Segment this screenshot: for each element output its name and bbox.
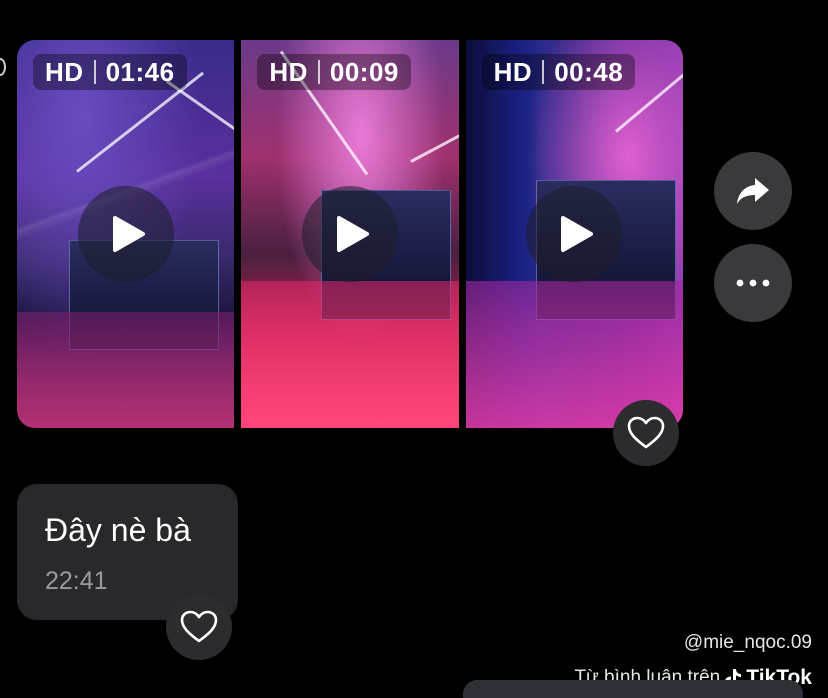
more-icon xyxy=(736,279,770,287)
like-message-button[interactable] xyxy=(166,594,232,660)
floor-light xyxy=(241,280,459,428)
share-button[interactable] xyxy=(714,152,792,230)
video-thumbnail-2[interactable]: HD 00:09 xyxy=(241,40,459,428)
heart-icon xyxy=(627,416,665,449)
badge-divider xyxy=(542,60,545,84)
message-timestamp: 22:41 xyxy=(45,567,108,595)
play-button[interactable] xyxy=(77,186,174,282)
badge-divider xyxy=(317,60,320,84)
play-icon xyxy=(112,216,145,252)
duration-label: 01:46 xyxy=(105,56,175,87)
video-duration-badge: HD 00:09 xyxy=(257,54,411,90)
share-icon xyxy=(737,178,769,204)
message-text: Đây nè bà xyxy=(45,512,191,548)
hd-label: HD xyxy=(269,56,308,87)
avatar-edge xyxy=(0,58,6,76)
video-duration-badge: HD 00:48 xyxy=(481,54,636,90)
video-thumbnail-3[interactable]: HD 00:48 xyxy=(465,40,683,428)
bottom-bar xyxy=(463,680,803,698)
floor-light xyxy=(17,311,235,428)
duration-label: 00:48 xyxy=(554,56,624,87)
more-options-button[interactable] xyxy=(714,244,792,322)
video-attachment-grid: HD 01:46 HD 00:09 HD 00:48 xyxy=(17,40,683,428)
play-button[interactable] xyxy=(301,186,398,282)
video-duration-badge: HD 01:46 xyxy=(33,54,187,90)
heart-icon xyxy=(180,610,218,643)
badge-divider xyxy=(93,60,96,84)
like-video-button[interactable] xyxy=(613,400,679,466)
duration-label: 00:09 xyxy=(329,56,399,87)
watermark-username: @mie_nqoc.09 xyxy=(683,632,812,653)
hd-label: HD xyxy=(45,56,84,87)
play-button[interactable] xyxy=(526,186,623,282)
video-thumbnail-1[interactable]: HD 01:46 xyxy=(17,40,235,428)
play-icon xyxy=(336,216,369,252)
play-icon xyxy=(561,216,594,252)
hd-label: HD xyxy=(493,56,533,87)
